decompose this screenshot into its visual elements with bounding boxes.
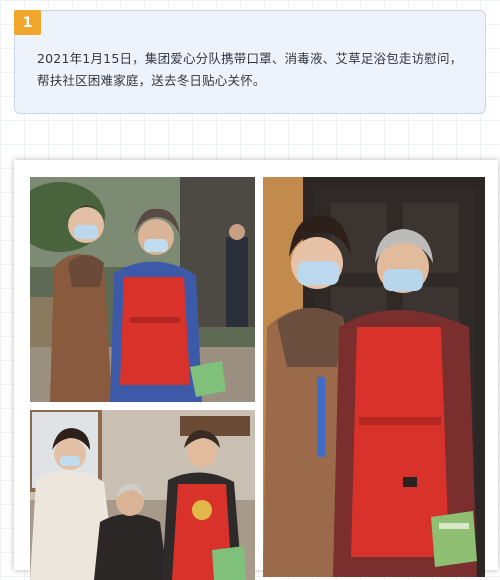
photo-collage [14,160,498,580]
section-text: 2021年1月15日，集团爱心分队携带口罩、消毒液、艾草足浴包走访慰问，帮扶社区… [37,51,463,88]
section-card: 1 2021年1月15日，集团爱心分队携带口罩、消毒液、艾草足浴包走访慰问，帮扶… [14,10,486,114]
photo-visit-doorway [263,177,485,577]
section-number-badge: 1 [14,10,41,35]
photo-visit-indoor [30,410,255,580]
photo-visit-outdoor [30,177,255,402]
